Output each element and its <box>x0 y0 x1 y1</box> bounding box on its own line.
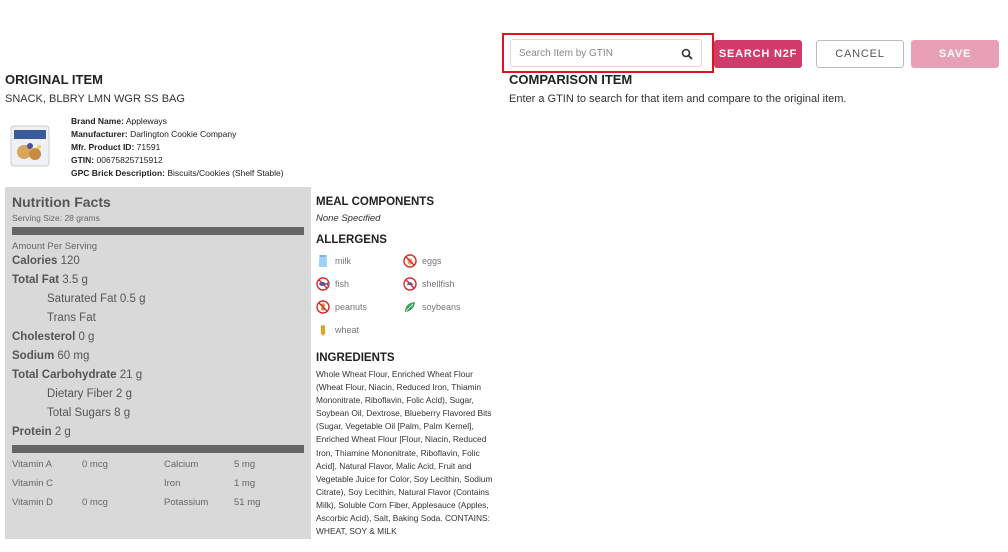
ingredients-text: Whole Wheat Flour, Enriched Wheat Flour … <box>316 369 493 537</box>
wheat-icon <box>316 323 330 337</box>
peanuts-icon <box>316 300 330 314</box>
cholesterol-row: Cholesterol 0 g <box>12 331 95 343</box>
detail-mfr-id: Mfr. Product ID: 71591 <box>71 142 161 152</box>
product-details: Brand Name: Appleways Manufacturer: Darl… <box>71 115 284 180</box>
search-highlight <box>502 33 714 73</box>
mineral-value: 5 mg <box>234 459 256 470</box>
meal-components-heading: MEAL COMPONENTS <box>316 196 434 208</box>
mineral-value: 1 mg <box>234 478 256 489</box>
calories-row: Calories 120 <box>12 255 80 267</box>
soybeans-icon <box>403 300 417 314</box>
milk-icon <box>316 254 330 268</box>
allergen-milk: milk <box>316 253 403 269</box>
fish-icon <box>316 277 330 291</box>
fiber-row: Dietary Fiber 2 g <box>47 388 133 400</box>
original-item-name: SNACK, BLBRY LMN WGR SS BAG <box>5 93 185 105</box>
nutrition-facts-panel: Nutrition Facts Serving Size: 28 grams A… <box>5 187 311 539</box>
meal-components-value: None Specified <box>316 213 381 224</box>
vitamin-label: Vitamin D <box>12 497 54 508</box>
vitamin-label: Vitamin A <box>12 459 52 470</box>
mineral-label: Iron <box>164 478 181 489</box>
allergen-peanuts: peanuts <box>316 299 403 315</box>
divider <box>12 227 304 235</box>
detail-gtin: GTIN: 00675825715912 <box>71 155 163 165</box>
shellfish-icon <box>403 277 417 291</box>
comparison-item-title: COMPARISON ITEM <box>509 72 633 87</box>
total-fat-row: Total Fat 3.5 g <box>12 274 88 286</box>
vitamin-value: 0 mcg <box>82 497 108 508</box>
sodium-row: Sodium 60 mg <box>12 350 90 362</box>
allergen-eggs: eggs <box>403 253 483 269</box>
nutrition-title: Nutrition Facts <box>12 194 111 210</box>
search-field[interactable] <box>510 39 702 67</box>
sugars-row: Total Sugars 8 g <box>47 407 131 419</box>
detail-brand: Brand Name: Appleways <box>71 116 167 126</box>
eggs-icon <box>403 254 417 268</box>
item-info-column: MEAL COMPONENTS None Specified ALLERGENS… <box>316 196 496 538</box>
saturated-fat-row: Saturated Fat 0.5 g <box>47 293 146 305</box>
allergens-list: milk eggs fish shellfish peanuts soybean… <box>316 253 496 338</box>
vitamin-value: 0 mcg <box>82 459 108 470</box>
product-image <box>8 124 52 168</box>
detail-manufacturer: Manufacturer: Darlington Cookie Company <box>71 129 237 139</box>
divider <box>12 445 304 453</box>
carbohydrate-row: Total Carbohydrate 21 g <box>12 369 143 381</box>
vitamins-grid: Vitamin A 0 mcg Calcium 5 mg Vitamin C I… <box>12 459 304 508</box>
cancel-button[interactable]: CANCEL <box>816 40 904 68</box>
search-n2f-button[interactable]: SEARCH N2F <box>714 40 802 68</box>
vitamin-label: Vitamin C <box>12 478 54 489</box>
allergen-fish: fish <box>316 276 403 292</box>
protein-row: Protein 2 g <box>12 426 71 438</box>
allergen-soybeans: soybeans <box>403 299 483 315</box>
ingredients-heading: INGREDIENTS <box>316 352 395 364</box>
gtin-search-input[interactable] <box>519 47 681 59</box>
mineral-label: Potassium <box>164 497 209 508</box>
allergen-shellfish: shellfish <box>403 276 483 292</box>
save-button[interactable]: SAVE <box>911 40 999 68</box>
trans-fat-row: Trans Fat <box>47 312 96 324</box>
original-item-title: ORIGINAL ITEM <box>5 72 103 87</box>
mineral-value: 51 mg <box>234 497 261 508</box>
search-icon[interactable] <box>681 47 693 60</box>
comparison-instructions: Enter a GTIN to search for that item and… <box>509 93 847 105</box>
allergen-wheat: wheat <box>316 322 403 338</box>
amount-per-serving: Amount Per Serving <box>12 241 98 252</box>
allergens-heading: ALLERGENS <box>316 234 387 246</box>
serving-size: Serving Size: 28 grams <box>12 213 100 223</box>
detail-gpc: GPC Brick Description: Biscuits/Cookies … <box>71 168 284 178</box>
vitamin-value <box>82 478 164 489</box>
mineral-label: Calcium <box>164 459 199 470</box>
